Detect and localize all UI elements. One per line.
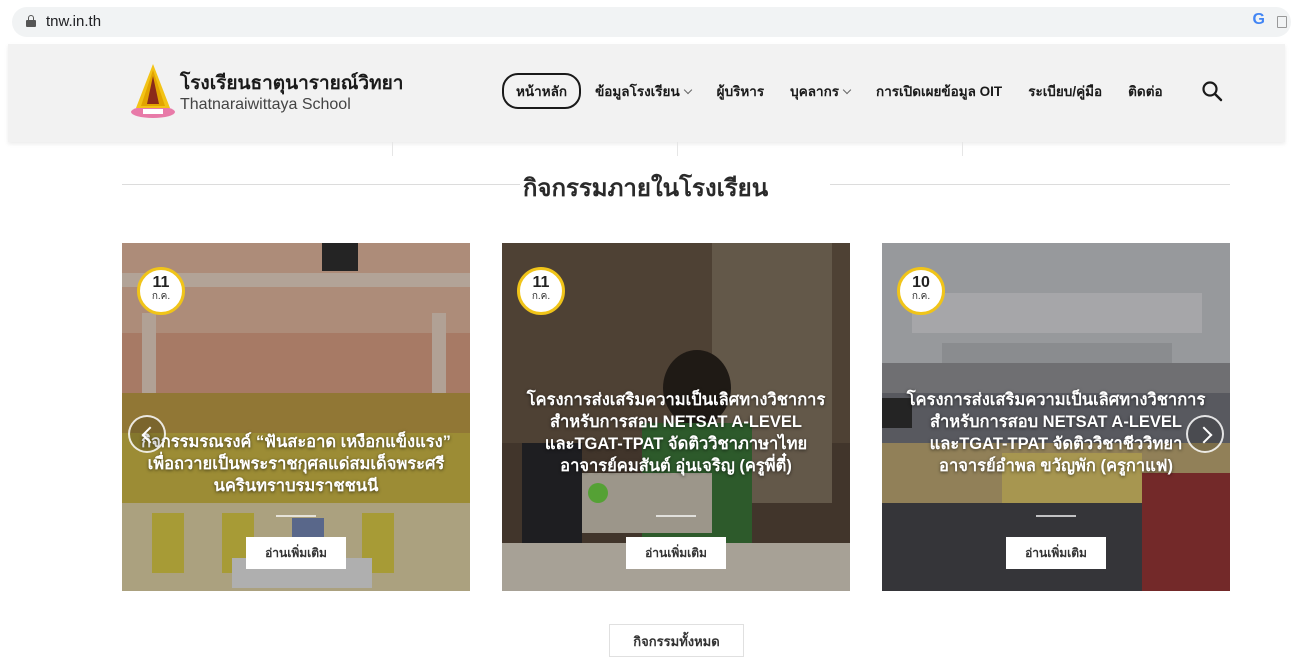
nav-contact[interactable]: ติดต่อ: [1128, 80, 1162, 102]
google-icon[interactable]: G: [1253, 11, 1265, 29]
search-icon[interactable]: [1201, 80, 1223, 102]
card-underline: [1036, 515, 1076, 517]
url-text[interactable]: tnw.in.th: [46, 13, 101, 30]
chevron-down-icon: [842, 85, 852, 94]
school-name-english[interactable]: Thatnaraiwittaya School: [180, 96, 351, 114]
card-title[interactable]: กิจกรรมรณรงค์ “ฟันสะอาด เหงือกแข็งแรง” เ…: [140, 431, 452, 497]
read-more-button[interactable]: อ่านเพิ่มเติม: [626, 537, 726, 569]
browser-toolbar: tnw.in.th G: [0, 0, 1291, 44]
date-badge: 11 ก.ค.: [517, 267, 565, 315]
nav-school-info[interactable]: ข้อมูลโรงเรียน: [595, 80, 692, 102]
card-underline: [656, 515, 696, 517]
school-name-thai[interactable]: โรงเรียนธาตุนารายณ์วิทยา: [180, 68, 403, 98]
extension-icon[interactable]: [1277, 16, 1287, 28]
nav-oit[interactable]: การเปิดเผยข้อมูล OIT: [876, 80, 1002, 102]
divider: [392, 142, 393, 156]
school-logo-icon[interactable]: [128, 60, 178, 120]
carousel-prev-icon[interactable]: [128, 415, 166, 453]
activity-card[interactable]: 10 ก.ค. โครงการส่งเสริมความเป็นเลิศทางวิ…: [882, 243, 1230, 591]
card-underline: [276, 515, 316, 517]
date-badge: 10 ก.ค.: [897, 267, 945, 315]
carousel-next-icon[interactable]: [1186, 415, 1224, 453]
read-more-button[interactable]: อ่านเพิ่มเติม: [1006, 537, 1106, 569]
activity-card[interactable]: 11 ก.ค. กิจกรรมรณรงค์ “ฟันสะอาด เหงือกแข…: [122, 243, 470, 591]
activity-card[interactable]: 11 ก.ค. โครงการส่งเสริมความเป็นเลิศทางวิ…: [502, 243, 850, 591]
main-nav: หน้าหลัก ข้อมูลโรงเรียน ผู้บริหาร บุคลาก…: [502, 73, 1189, 109]
address-bar[interactable]: tnw.in.th G: [12, 7, 1291, 37]
nav-regulations[interactable]: ระเบียบ/คู่มือ: [1028, 80, 1102, 102]
all-activities-button[interactable]: กิจกรรมทั้งหมด: [609, 624, 744, 657]
date-badge: 11 ก.ค.: [137, 267, 185, 315]
read-more-button[interactable]: อ่านเพิ่มเติม: [246, 537, 346, 569]
nav-home[interactable]: หน้าหลัก: [502, 73, 582, 109]
lock-icon[interactable]: [26, 15, 36, 27]
divider: [677, 142, 678, 156]
nav-executives[interactable]: ผู้บริหาร: [717, 80, 764, 102]
card-title[interactable]: โครงการส่งเสริมความเป็นเลิศทางวิชาการ สำ…: [900, 389, 1212, 477]
divider: [962, 142, 963, 156]
section-title: กิจกรรมภายในโรงเรียน: [522, 175, 769, 202]
nav-personnel[interactable]: บุคลากร: [790, 80, 852, 102]
card-title[interactable]: โครงการส่งเสริมความเป็นเลิศทางวิชาการ สำ…: [520, 389, 832, 477]
site-header: โรงเรียนธาตุนารายณ์วิทยา Thatnaraiwittay…: [8, 44, 1285, 142]
chevron-down-icon: [683, 85, 692, 94]
